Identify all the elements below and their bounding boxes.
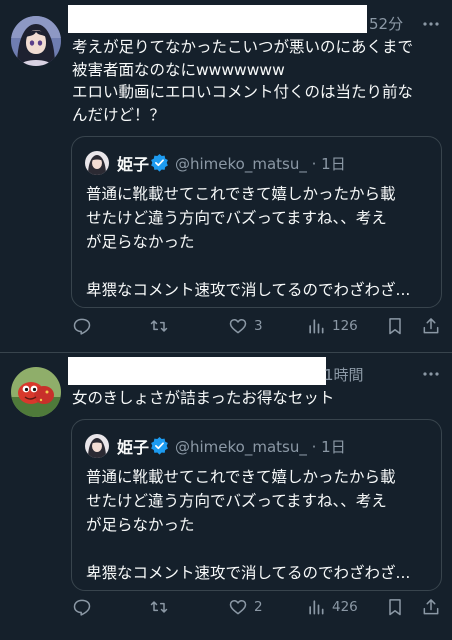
like-button[interactable]: 2 bbox=[228, 595, 263, 619]
quoted-handle: @himeko_matsu_ · 1日 bbox=[175, 438, 346, 456]
quoted-text-line bbox=[86, 537, 431, 561]
views-button[interactable]: 426 bbox=[306, 595, 358, 619]
verified-badge-icon bbox=[150, 153, 169, 172]
tweet-timestamp[interactable]: 1時間 bbox=[324, 364, 364, 385]
bookmark-icon[interactable] bbox=[385, 595, 405, 619]
views-button[interactable]: 126 bbox=[306, 314, 358, 338]
reply-icon[interactable] bbox=[72, 314, 92, 338]
tweet-timestamp[interactable]: 52分 bbox=[369, 13, 403, 34]
redacted-username-box bbox=[68, 5, 367, 33]
repost-icon[interactable] bbox=[149, 314, 169, 338]
tweet-text: 女のきしょさが詰まったお得なセット bbox=[72, 387, 444, 410]
quoted-display-name[interactable]: 姫子 bbox=[117, 434, 149, 458]
more-icon[interactable] bbox=[420, 363, 442, 385]
quoted-tweet-card[interactable]: 姫子 @himeko_matsu_ · 1日 普通に靴載せてこれできて嬉しかった… bbox=[71, 136, 442, 308]
view-count: 126 bbox=[332, 318, 358, 334]
quoted-display-name[interactable]: 姫子 bbox=[117, 151, 149, 175]
like-icon bbox=[229, 600, 247, 615]
tweet[interactable]: 52分 考えが足りてなかったこいつが悪いのにあくまで 被害者面なのなにwwwww… bbox=[0, 0, 452, 352]
like-icon bbox=[229, 319, 247, 334]
tweet-text-line: 考えが足りてなかったこいつが悪いのにあくまで bbox=[72, 38, 414, 56]
avatar[interactable] bbox=[11, 16, 61, 66]
tweet-text-line: 被害者面なのなにwwwwwww bbox=[72, 60, 285, 79]
tweet[interactable]: 1時間 女のきしょさが詰まったお得なセット 姫子 @himeko_matsu_ … bbox=[0, 353, 452, 640]
view-count: 426 bbox=[332, 599, 358, 615]
action-bar: 2 426 bbox=[0, 595, 452, 619]
quoted-tweet-card[interactable]: 姫子 @himeko_matsu_ · 1日 普通に靴載せてこれできて嬉しかった… bbox=[71, 419, 442, 591]
tweet-text-line: んだけど！？ bbox=[72, 105, 166, 124]
tweet-text-line: 女のきしょさが詰まったお得なセット bbox=[72, 389, 335, 407]
share-icon[interactable] bbox=[421, 595, 441, 619]
quoted-text-line: せたけど違う方向でバズってますね、、考え bbox=[86, 492, 387, 510]
quoted-text-line: が足らなかった bbox=[86, 516, 195, 534]
more-icon[interactable] bbox=[420, 13, 442, 35]
quoted-tweet-text: 普通に靴載せてこれできて嬉しかったから載 せたけど違う方向でバズってますね、、考… bbox=[86, 182, 431, 302]
like-button[interactable]: 3 bbox=[228, 314, 263, 338]
quoted-text-line: 普通に靴載せてこれできて嬉しかったから載 bbox=[86, 468, 396, 486]
quoted-text-line: が足らなかった bbox=[86, 233, 195, 251]
quoted-text-line: 卑猥なコメント速攻で消してるのでわざわざ... bbox=[86, 281, 411, 299]
reply-icon[interactable] bbox=[72, 595, 92, 619]
repost-icon[interactable] bbox=[149, 595, 169, 619]
verified-badge-icon bbox=[150, 436, 169, 455]
bookmark-icon[interactable] bbox=[385, 314, 405, 338]
tweet-text-line: エロい動画にエロいコメント付くのは当たり前な bbox=[72, 83, 414, 101]
quoted-text-line bbox=[86, 254, 431, 278]
quoted-text-line: せたけど違う方向でバズってますね、、考え bbox=[86, 209, 387, 227]
tweet-text: 考えが足りてなかったこいつが悪いのにあくまで 被害者面なのなにwwwwwww エ… bbox=[72, 36, 444, 126]
quoted-avatar bbox=[85, 434, 109, 458]
quoted-tweet-text: 普通に靴載せてこれできて嬉しかったから載 せたけど違う方向でバズってますね、、考… bbox=[86, 465, 431, 585]
share-icon[interactable] bbox=[421, 314, 441, 338]
quoted-handle: @himeko_matsu_ · 1日 bbox=[175, 155, 346, 173]
quoted-text-line: 普通に靴載せてこれできて嬉しかったから載 bbox=[86, 185, 396, 203]
like-count: 2 bbox=[254, 599, 263, 615]
views-icon bbox=[309, 319, 324, 334]
action-bar: 3 126 bbox=[0, 314, 452, 338]
like-count: 3 bbox=[254, 318, 263, 334]
quoted-text-line: 卑猥なコメント速攻で消してるのでわざわざ... bbox=[86, 564, 411, 582]
quoted-avatar bbox=[85, 151, 109, 175]
views-icon bbox=[309, 600, 324, 615]
avatar[interactable] bbox=[11, 367, 61, 417]
redacted-username-box bbox=[68, 357, 326, 385]
